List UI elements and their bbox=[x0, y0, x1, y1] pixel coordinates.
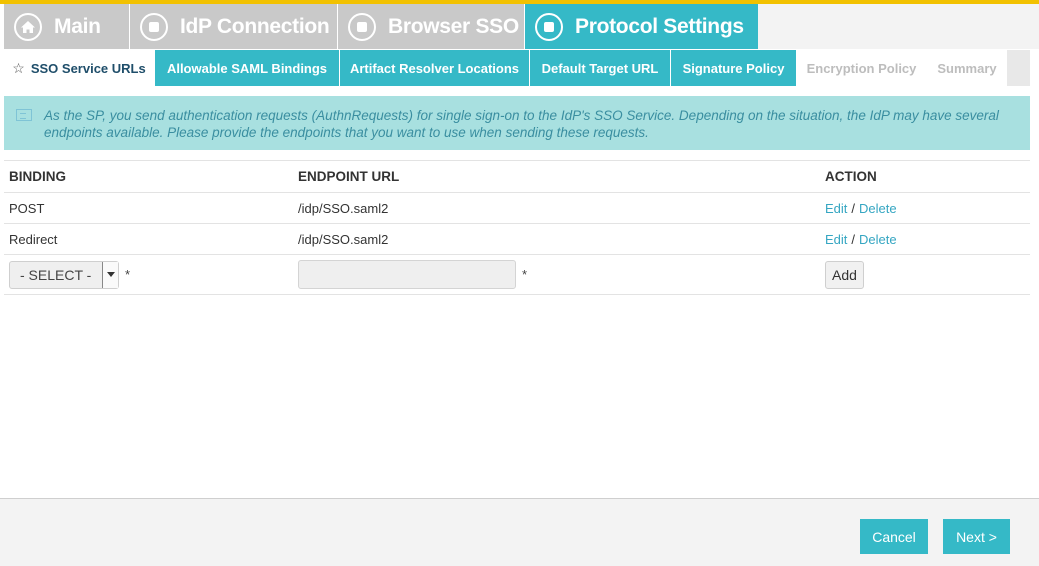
action-cell: Edit / Delete bbox=[825, 224, 897, 254]
edit-link[interactable]: Edit bbox=[825, 201, 847, 216]
add-cell: Add bbox=[825, 255, 864, 294]
table-header: BINDING ENDPOINT URL ACTION bbox=[4, 160, 1030, 192]
subtab-artifact-resolver-locations-label: Artifact Resolver Locations bbox=[349, 60, 520, 76]
endpoints-table: BINDING ENDPOINT URL ACTION POST /idp/SS… bbox=[4, 160, 1030, 295]
sub-tab-bar: ☆ SSO Service URLs Allowable SAML Bindin… bbox=[4, 50, 1007, 86]
subtab-encryption-policy: Encryption Policy bbox=[797, 50, 927, 86]
endpoint-cell: /idp/SSO.saml2 bbox=[298, 200, 389, 216]
sub-tab-bar-filler bbox=[1007, 50, 1030, 86]
subtab-allowable-saml-bindings[interactable]: Allowable SAML Bindings bbox=[155, 50, 340, 86]
binding-select-cell: - SELECT - * bbox=[9, 255, 130, 294]
subtab-signature-policy[interactable]: Signature Policy bbox=[671, 50, 797, 86]
action-separator: / bbox=[851, 200, 856, 216]
endpoint-url-input[interactable] bbox=[298, 260, 516, 289]
info-icon bbox=[16, 109, 32, 121]
delete-link[interactable]: Delete bbox=[859, 201, 897, 216]
add-endpoint-row: - SELECT - * * Add bbox=[4, 254, 1030, 295]
table-row: POST /idp/SSO.saml2 Edit / Delete bbox=[4, 192, 1030, 223]
subtab-summary-label: Summary bbox=[937, 60, 997, 76]
subtab-summary: Summary bbox=[927, 50, 1007, 86]
step-icon bbox=[140, 12, 168, 41]
binding-select-value: - SELECT - bbox=[20, 266, 92, 283]
subtab-default-target-url[interactable]: Default Target URL bbox=[530, 50, 671, 86]
endpoint-cell: /idp/SSO.saml2 bbox=[298, 231, 389, 247]
tab-bar-filler bbox=[758, 4, 1039, 49]
required-marker: * bbox=[125, 267, 131, 282]
add-button[interactable]: Add bbox=[825, 260, 864, 289]
cancel-button[interactable]: Cancel bbox=[860, 519, 928, 554]
tab-idp-connection-label: IdP Connection bbox=[180, 14, 330, 38]
subtab-encryption-policy-label: Encryption Policy bbox=[806, 60, 917, 76]
home-icon bbox=[14, 12, 42, 41]
tab-main-label: Main bbox=[54, 14, 101, 38]
binding-cell: Redirect bbox=[9, 231, 58, 247]
table-row: Redirect /idp/SSO.saml2 Edit / Delete bbox=[4, 223, 1030, 254]
binding-select[interactable]: - SELECT - bbox=[9, 260, 119, 289]
endpoint-input-cell: * bbox=[298, 255, 527, 294]
tab-protocol-settings[interactable]: Protocol Settings bbox=[525, 4, 758, 49]
next-button[interactable]: Next > bbox=[943, 519, 1010, 554]
subtab-sso-service-urls[interactable]: ☆ SSO Service URLs bbox=[4, 50, 155, 86]
subtab-allowable-saml-bindings-label: Allowable SAML Bindings bbox=[166, 60, 328, 76]
header-action: ACTION bbox=[825, 169, 877, 184]
action-separator: / bbox=[851, 231, 856, 247]
binding-cell: POST bbox=[9, 200, 45, 216]
action-cell: Edit / Delete bbox=[825, 193, 897, 223]
tab-main[interactable]: Main bbox=[4, 4, 130, 49]
header-endpoint-url: ENDPOINT URL bbox=[298, 169, 400, 184]
tab-browser-sso-label: Browser SSO bbox=[388, 14, 519, 38]
chevron-down-icon[interactable] bbox=[102, 261, 118, 288]
step-icon bbox=[348, 12, 376, 41]
star-icon: ☆ bbox=[12, 59, 25, 76]
header-binding: BINDING bbox=[9, 169, 66, 184]
subtab-artifact-resolver-locations[interactable]: Artifact Resolver Locations bbox=[340, 50, 530, 86]
tab-idp-connection[interactable]: IdP Connection bbox=[130, 4, 338, 49]
step-icon bbox=[535, 12, 563, 41]
subtab-signature-policy-label: Signature Policy bbox=[682, 60, 785, 76]
main-tab-bar: Main IdP Connection Browser SSO Protocol… bbox=[4, 4, 758, 49]
subtab-default-target-url-label: Default Target URL bbox=[541, 60, 659, 76]
edit-link[interactable]: Edit bbox=[825, 232, 847, 247]
info-banner: As the SP, you send authentication reque… bbox=[4, 96, 1030, 150]
info-text: As the SP, you send authentication reque… bbox=[44, 108, 999, 140]
subtab-sso-service-urls-label: SSO Service URLs bbox=[30, 60, 146, 76]
required-marker: * bbox=[522, 267, 528, 282]
delete-link[interactable]: Delete bbox=[859, 232, 897, 247]
tab-protocol-settings-label: Protocol Settings bbox=[575, 14, 744, 38]
tab-browser-sso[interactable]: Browser SSO bbox=[338, 4, 525, 49]
footer-bar: Cancel Next > bbox=[0, 498, 1039, 566]
